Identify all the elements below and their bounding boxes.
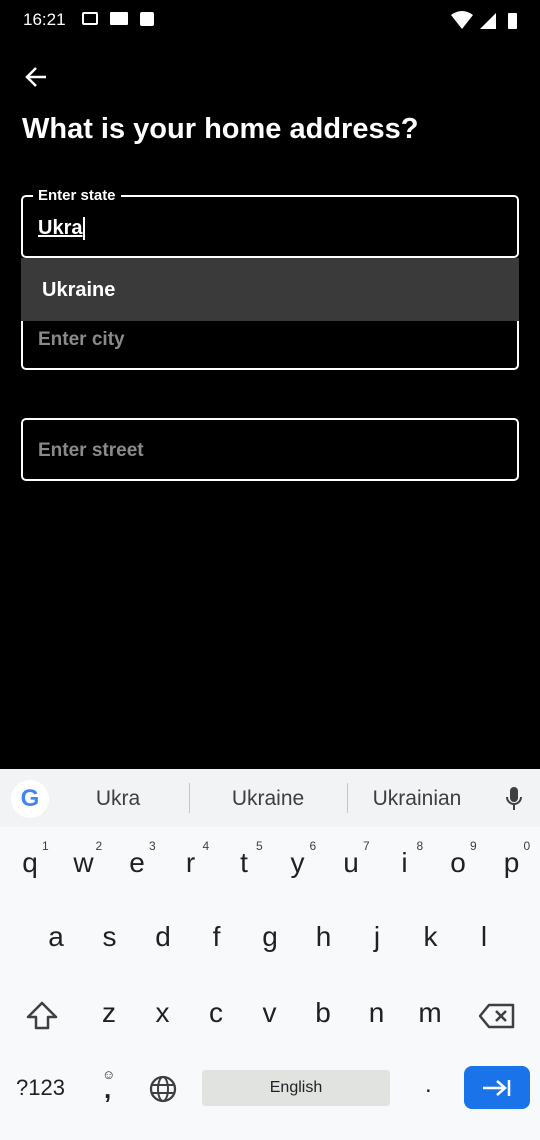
key-k[interactable]: k bbox=[404, 921, 458, 953]
key-z[interactable]: z bbox=[82, 997, 136, 1029]
suggestion-strip: G Ukra Ukraine Ukrainian bbox=[0, 769, 540, 827]
system-icons bbox=[451, 11, 517, 29]
key-j[interactable]: j bbox=[350, 921, 404, 953]
key-hint: 5 bbox=[256, 839, 263, 853]
key-x[interactable]: x bbox=[136, 997, 190, 1029]
key-s[interactable]: s bbox=[83, 921, 137, 953]
space-key[interactable]: English bbox=[202, 1070, 390, 1106]
key-y[interactable]: y bbox=[271, 847, 325, 879]
suggestion-2[interactable]: Ukraine bbox=[203, 787, 333, 811]
key-a[interactable]: a bbox=[29, 921, 83, 953]
key-r[interactable]: r bbox=[164, 847, 218, 879]
key-m[interactable]: m bbox=[403, 997, 457, 1029]
suggestion-3[interactable]: Ukrainian bbox=[352, 787, 482, 811]
key-hint: 9 bbox=[470, 839, 477, 853]
suggestion-1[interactable]: Ukra bbox=[53, 787, 183, 811]
gmail-icon bbox=[82, 12, 98, 25]
battery-charging-icon bbox=[508, 13, 517, 29]
symbols-key[interactable]: ?123 bbox=[16, 1075, 65, 1101]
period-key[interactable]: . bbox=[425, 1071, 432, 1099]
tab-arrow-icon bbox=[483, 1080, 511, 1096]
key-i[interactable]: i bbox=[378, 847, 432, 879]
comma-key[interactable]: , bbox=[104, 1074, 111, 1105]
street-input[interactable]: Enter street bbox=[21, 418, 519, 481]
key-hint: 7 bbox=[363, 839, 370, 853]
key-hint: 4 bbox=[202, 839, 210, 853]
status-bar: 16:21 bbox=[0, 0, 540, 40]
mail-icon bbox=[110, 12, 128, 25]
key-hint: 0 bbox=[523, 839, 531, 853]
key-v[interactable]: v bbox=[243, 997, 297, 1029]
key-c[interactable]: c bbox=[189, 997, 243, 1029]
image-icon bbox=[140, 12, 154, 26]
state-label: Enter state bbox=[33, 187, 121, 204]
dropdown-option-ukraine[interactable]: Ukraine bbox=[42, 279, 115, 302]
key-hint: 1 bbox=[42, 839, 49, 853]
state-input[interactable]: Enter state Ukra bbox=[21, 187, 519, 258]
shift-key[interactable] bbox=[26, 1001, 58, 1031]
key-f[interactable]: f bbox=[190, 921, 244, 953]
key-hint: 8 bbox=[416, 839, 424, 853]
signal-icon bbox=[480, 13, 496, 29]
globe-icon[interactable] bbox=[148, 1074, 178, 1104]
back-button[interactable] bbox=[24, 64, 50, 90]
key-hint: 3 bbox=[149, 839, 156, 853]
key-hint: 2 bbox=[95, 839, 103, 853]
key-g[interactable]: g bbox=[243, 921, 297, 953]
state-value[interactable]: Ukra bbox=[38, 217, 86, 240]
city-placeholder: Enter city bbox=[38, 329, 125, 350]
clock: 16:21 bbox=[23, 10, 66, 29]
page-title: What is your home address? bbox=[22, 113, 419, 145]
microphone-icon[interactable] bbox=[505, 786, 523, 812]
key-w[interactable]: w bbox=[57, 847, 111, 879]
key-n[interactable]: n bbox=[350, 997, 404, 1029]
wifi-icon bbox=[451, 11, 473, 29]
key-b[interactable]: b bbox=[296, 997, 350, 1029]
divider bbox=[189, 783, 190, 813]
key-p[interactable]: p bbox=[485, 847, 539, 879]
keyboard: G Ukra Ukraine Ukrainian q1w2e3r4t5y6u7i… bbox=[0, 769, 540, 1140]
google-icon[interactable]: G bbox=[11, 780, 49, 818]
next-key[interactable] bbox=[464, 1066, 530, 1109]
state-dropdown: Ukraine bbox=[21, 258, 519, 321]
key-l[interactable]: l bbox=[457, 921, 511, 953]
key-hint: 6 bbox=[309, 839, 317, 853]
key-d[interactable]: d bbox=[136, 921, 190, 953]
street-placeholder: Enter street bbox=[38, 440, 144, 461]
backspace-key[interactable] bbox=[479, 1003, 515, 1029]
divider bbox=[347, 783, 348, 813]
key-h[interactable]: h bbox=[297, 921, 351, 953]
